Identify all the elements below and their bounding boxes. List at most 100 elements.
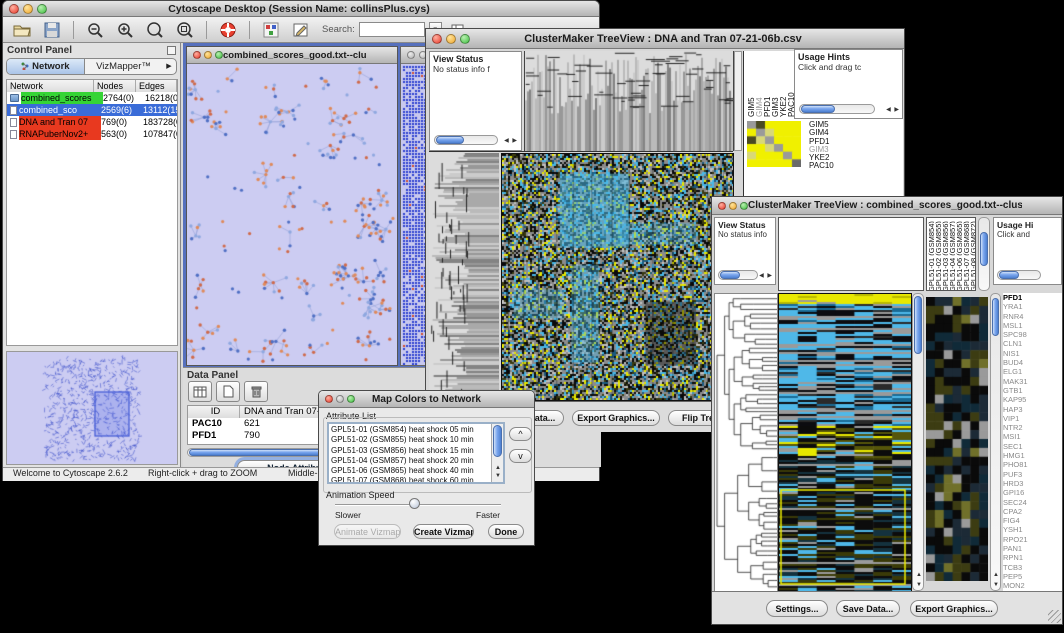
tv1-global-matrix-canvas[interactable] <box>747 121 801 167</box>
zoom-fit-button[interactable] <box>142 19 168 41</box>
tv2-gene-label[interactable]: YRA1 <box>1003 302 1062 311</box>
tv1-gene-label[interactable]: PAC10 <box>809 162 869 170</box>
tv2-save-data-button[interactable]: Save Data... <box>836 600 900 617</box>
attribute-list-scrollbar[interactable]: ▲ ▼ <box>491 424 503 482</box>
tv2-gene-label[interactable]: SEC24 <box>1003 498 1062 507</box>
tv2-gene-scrollbar[interactable]: ▲ ▼ <box>990 293 1001 591</box>
attribute-list-item[interactable]: GPL51-03 (GSM856) heat shock 15 min <box>331 446 489 456</box>
tv2-export-graphics-button[interactable]: Export Graphics... <box>910 600 998 617</box>
tv2-gene-label[interactable]: PAN1 <box>1003 544 1062 553</box>
tv1-heatmap-canvas[interactable] <box>501 153 734 401</box>
network-list-row[interactable]: combined_sco 2569(6) 13112(15) <box>7 104 177 116</box>
network-list-row[interactable]: RNAPuberNov2+ 563(0) 107847(0) <box>7 128 177 140</box>
column-header-nodes[interactable]: Nodes <box>94 80 136 92</box>
zoom-selected-button[interactable] <box>172 19 198 41</box>
tv1-row-dendrogram-canvas[interactable] <box>429 153 499 399</box>
attribute-list-item[interactable]: GPL51-06 (GSM865) heat shock 40 min <box>331 466 489 476</box>
tv1-usage-hints-scrollbar[interactable] <box>799 104 875 114</box>
tv2-view-status-scrollbar[interactable] <box>718 270 758 280</box>
tv2-gene-label[interactable]: SPC98 <box>1003 330 1062 339</box>
tv1-gene-label[interactable]: YKE2 <box>809 154 869 162</box>
tv1-view-status-scrollbar[interactable] <box>434 135 498 145</box>
tv1-gene-label[interactable]: GIM3 <box>809 146 869 154</box>
column-header-edges[interactable]: Edges <box>136 80 177 92</box>
tv2-heatmap-scrollbar[interactable]: ▲ ▼ <box>912 293 924 591</box>
zoom-out-button[interactable] <box>82 19 108 41</box>
close-button[interactable] <box>9 4 19 14</box>
treeview2-titlebar[interactable]: ClusterMaker TreeView : combined_scores_… <box>712 197 1062 215</box>
tab-vizmapper[interactable]: VizMapper™ <box>85 59 162 74</box>
tv2-gene-label[interactable]: NIS1 <box>1003 349 1062 358</box>
tv2-gene-label[interactable]: MON2 <box>1003 581 1062 590</box>
annotation-button[interactable] <box>288 19 314 41</box>
minimize-button[interactable] <box>446 34 456 44</box>
minimize-button[interactable] <box>729 202 737 210</box>
save-session-button[interactable] <box>39 19 65 41</box>
network-frame-titlebar[interactable]: combined_scores_good.txt--cluste... <box>187 47 397 64</box>
tv2-gene-label[interactable]: MSI1 <box>1003 432 1062 441</box>
tv1-gene-label[interactable]: PFD1 <box>809 138 869 146</box>
attribute-list-item[interactable]: GPL51-01 (GSM854) heat shock 05 min <box>331 425 489 435</box>
zoom-in-button[interactable] <box>112 19 138 41</box>
open-session-button[interactable] <box>9 19 35 41</box>
tv2-gene-label[interactable]: GPI16 <box>1003 488 1062 497</box>
tv2-column-scrollbar[interactable] <box>978 217 990 291</box>
network-overview-canvas[interactable] <box>6 351 178 465</box>
tv2-column-dendrogram-area[interactable] <box>778 217 924 291</box>
tv2-gene-label[interactable]: GTB1 <box>1003 386 1062 395</box>
tv2-gene-label[interactable]: KAP95 <box>1003 395 1062 404</box>
tv2-gene-label[interactable]: CPA2 <box>1003 507 1062 516</box>
float-panel-icon[interactable] <box>167 46 176 55</box>
zoom-window-button[interactable] <box>347 395 355 403</box>
attribute-listbox[interactable]: GPL51-01 (GSM854) heat shock 05 minGPL51… <box>327 422 505 484</box>
zoom-window-button[interactable] <box>215 51 223 59</box>
close-button[interactable] <box>193 51 201 59</box>
tv2-gene-label[interactable]: YSH1 <box>1003 525 1062 534</box>
delete-attribute-button[interactable] <box>244 381 268 402</box>
tv2-gene-label[interactable]: BUD4 <box>1003 358 1062 367</box>
tv2-gene-label[interactable]: HAP3 <box>1003 405 1062 414</box>
resize-grip[interactable] <box>1048 610 1061 623</box>
treeview1-titlebar[interactable]: ClusterMaker TreeView : DNA and Tran 07-… <box>426 29 904 49</box>
tv2-heatmap-canvas[interactable] <box>778 293 912 593</box>
tab-overflow-arrow[interactable]: ▶ <box>162 59 176 74</box>
tv2-gene-label[interactable]: NTR2 <box>1003 423 1062 432</box>
animation-speed-thumb[interactable] <box>409 498 420 509</box>
close-button[interactable] <box>432 34 442 44</box>
tv2-zoom-heatmap-canvas[interactable] <box>926 297 988 581</box>
tv2-gene-label[interactable]: RNR4 <box>1003 312 1062 321</box>
new-attribute-button[interactable] <box>216 381 240 402</box>
zoom-window-button[interactable] <box>740 202 748 210</box>
tv2-gene-label[interactable]: PHO81 <box>1003 460 1062 469</box>
animate-vizmap-button[interactable]: Animate Vizmap <box>334 524 401 539</box>
attribute-list-item[interactable]: GPL51-02 (GSM855) heat shock 10 min <box>331 435 489 445</box>
tv1-view-status-scroll-arrows[interactable]: ◀ ▶ <box>504 137 518 144</box>
attribute-move-down-button[interactable]: v <box>509 449 532 463</box>
tv2-usage-hints-scrollbar[interactable] <box>997 270 1041 280</box>
minimize-button[interactable] <box>23 4 33 14</box>
tv2-gene-label[interactable]: PUF3 <box>1003 470 1062 479</box>
main-titlebar[interactable]: Cytoscape Desktop (Session Name: collins… <box>3 1 599 17</box>
done-button[interactable]: Done <box>488 524 524 539</box>
tv2-gene-label[interactable]: SEC1 <box>1003 442 1062 451</box>
attribute-move-up-button[interactable]: ^ <box>509 427 532 441</box>
close-button[interactable] <box>407 51 415 59</box>
attribute-list-item[interactable]: GPL51-07 (GSM868) heat shock 60 min <box>331 476 489 484</box>
network-view-canvas[interactable] <box>187 64 397 365</box>
close-button[interactable] <box>718 202 726 210</box>
tv1-column-dendrogram-canvas[interactable] <box>524 51 734 151</box>
help-button[interactable] <box>215 19 241 41</box>
column-header-network[interactable]: Network <box>7 80 94 92</box>
minimize-button[interactable] <box>336 395 344 403</box>
tv2-gene-label[interactable]: VIP1 <box>1003 414 1062 423</box>
tv1-usage-hints-scroll-arrows[interactable]: ◀ ▶ <box>886 106 900 113</box>
zoom-window-button[interactable] <box>37 4 47 14</box>
network-list-row[interactable]: combined_scores 2764(0) 16218(0) <box>7 92 177 104</box>
tv2-gene-label[interactable]: PEP5 <box>1003 572 1062 581</box>
vizmap-palette-button[interactable] <box>258 19 284 41</box>
tv1-dendro-scroll-strip[interactable] <box>734 51 742 151</box>
tv2-gene-label[interactable]: FIG4 <box>1003 516 1062 525</box>
close-button[interactable] <box>325 395 333 403</box>
tv2-gene-label[interactable]: MSL1 <box>1003 321 1062 330</box>
tv2-gene-label[interactable]: CLN1 <box>1003 339 1062 348</box>
